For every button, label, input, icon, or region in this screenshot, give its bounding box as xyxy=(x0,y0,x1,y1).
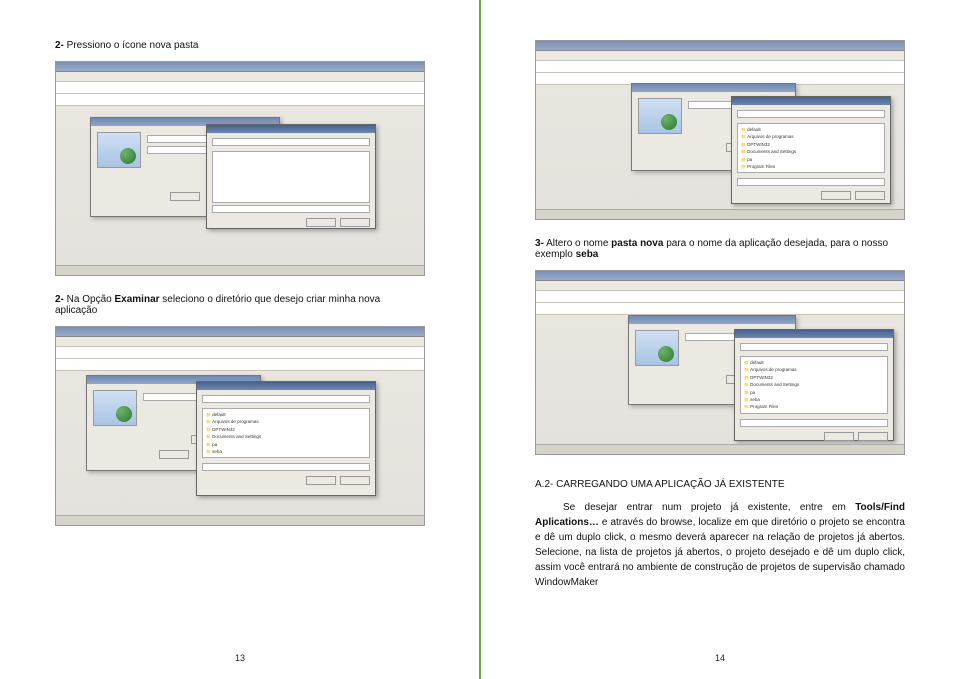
page-right: default Arquivos de programas DPTWIN32 D… xyxy=(480,0,960,679)
step-3-bold2: seba xyxy=(576,249,599,260)
step-2-num: 2- xyxy=(55,40,64,51)
folder-item[interactable]: Arquivos de programas xyxy=(206,418,366,425)
taskbar-2 xyxy=(56,515,424,525)
step-2-text: 2- Pressiono o ícone nova pasta xyxy=(55,40,425,51)
section-heading: A.2- CARREGANDO UMA APLICAÇÃO JÁ EXISTEN… xyxy=(535,479,905,490)
folder-item[interactable]: Arquivos de programas xyxy=(744,366,884,373)
directory-ok-button-3[interactable] xyxy=(821,191,851,200)
step-2-body: Pressiono o ícone nova pasta xyxy=(64,40,199,51)
directory-ok-button[interactable] xyxy=(306,218,336,227)
folder-item[interactable]: seba xyxy=(744,396,884,403)
page-number-left: 13 xyxy=(55,653,425,663)
directory-listbox-3[interactable]: default Arquivos de programas DPTWIN32 D… xyxy=(737,123,885,173)
folder-item[interactable]: pa xyxy=(206,441,366,448)
directory-listbox-2[interactable]: default Arquivos de programas DPTWIN32 D… xyxy=(202,408,370,458)
app-toolbar-2 xyxy=(56,337,424,347)
wizard-titlebar-3 xyxy=(632,84,795,92)
folder-item[interactable]: Program Files xyxy=(741,163,881,170)
app-toolbar-4 xyxy=(536,281,904,291)
screenshot-2: default Arquivos de programas DPTWIN32 D… xyxy=(55,326,425,526)
step-2b-text: 2- Na Opção Examinar seleciono o diretór… xyxy=(55,294,425,316)
directory-dialog-3: default Arquivos de programas DPTWIN32 D… xyxy=(731,96,891,204)
folder-item[interactable]: Documents and Settings xyxy=(206,433,366,440)
folder-item[interactable]: Program Files xyxy=(744,403,884,410)
wizard-thumbnail-2 xyxy=(93,390,137,426)
directory-titlebar xyxy=(207,125,375,133)
directory-titlebar-3 xyxy=(732,97,890,105)
directory-combo-3[interactable] xyxy=(737,110,885,118)
folder-item[interactable]: default xyxy=(744,359,884,366)
step-2b-mid1: Na Opção xyxy=(64,294,115,305)
directory-path-field[interactable] xyxy=(212,205,370,213)
app-grid-row-4 xyxy=(536,303,904,315)
screenshot-4: default Arquivos de programas DPTWIN32 D… xyxy=(535,270,905,455)
directory-titlebar-4 xyxy=(735,330,893,338)
directory-dialog-2: default Arquivos de programas DPTWIN32 D… xyxy=(196,381,376,496)
folder-item[interactable]: pa xyxy=(741,156,881,163)
directory-cancel-button-3[interactable] xyxy=(855,191,885,200)
step-2b-num: 2- xyxy=(55,294,64,305)
step-2b-bold: Examinar xyxy=(115,294,160,305)
app-grid-header-3 xyxy=(536,61,904,73)
taskbar-4 xyxy=(536,444,904,454)
directory-listbox[interactable] xyxy=(212,151,370,203)
app-toolbar-3 xyxy=(536,51,904,61)
taskbar xyxy=(56,265,424,275)
directory-path-field-3[interactable] xyxy=(737,178,885,186)
directory-dialog-4: default Arquivos de programas DPTWIN32 D… xyxy=(734,329,894,441)
taskbar-3 xyxy=(536,209,904,219)
page-number-right: 14 xyxy=(535,653,905,663)
step-3-num: 3- xyxy=(535,238,544,249)
app-grid-header-4 xyxy=(536,291,904,303)
folder-item[interactable]: DPTWIN32 xyxy=(741,141,881,148)
app-grid-header xyxy=(56,82,424,94)
directory-combo-2[interactable] xyxy=(202,395,370,403)
section-paragraph: Se desejar entrar num projeto já existen… xyxy=(535,500,905,590)
folder-item[interactable]: DPTWIN32 xyxy=(744,374,884,381)
wizard-thumbnail-4 xyxy=(635,330,679,366)
wizard-thumbnail-3 xyxy=(638,98,682,134)
directory-path-field-4[interactable] xyxy=(740,419,888,427)
step-3-mid1: Altero o nome xyxy=(544,238,611,249)
directory-dialog xyxy=(206,124,376,229)
directory-cancel-button-2[interactable] xyxy=(340,476,370,485)
app-toolbar xyxy=(56,72,424,82)
app-grid-header-2 xyxy=(56,347,424,359)
directory-combo[interactable] xyxy=(212,138,370,146)
screenshot-3: default Arquivos de programas DPTWIN32 D… xyxy=(535,40,905,220)
screenshot-1 xyxy=(55,61,425,276)
wizard-thumbnail xyxy=(97,132,141,168)
directory-titlebar-2 xyxy=(197,382,375,390)
directory-cancel-button[interactable] xyxy=(340,218,370,227)
app-titlebar xyxy=(56,62,424,72)
folder-item[interactable]: DPTWIN32 xyxy=(206,426,366,433)
directory-path-field-2[interactable] xyxy=(202,463,370,471)
para-part1: Se desejar entrar num projeto já existen… xyxy=(563,502,855,513)
wizard-cancel-button-2[interactable] xyxy=(159,450,189,459)
folder-item[interactable]: Documents and Settings xyxy=(744,381,884,388)
step-3-text: 3- Altero o nome pasta nova para o nome … xyxy=(535,238,905,260)
app-grid-row-2 xyxy=(56,359,424,371)
wizard-cancel-button[interactable] xyxy=(170,192,200,201)
folder-item[interactable]: seba xyxy=(206,448,366,455)
folder-item[interactable]: Arquivos de programas xyxy=(741,133,881,140)
folder-item[interactable]: default xyxy=(741,126,881,133)
folder-item[interactable]: default xyxy=(206,411,366,418)
wizard-titlebar-4 xyxy=(629,316,795,324)
directory-listbox-4[interactable]: default Arquivos de programas DPTWIN32 D… xyxy=(740,356,888,414)
directory-ok-button-4[interactable] xyxy=(824,432,854,441)
directory-ok-button-2[interactable] xyxy=(306,476,336,485)
app-grid-row xyxy=(56,94,424,106)
folder-item[interactable]: Documents and Settings xyxy=(741,148,881,155)
folder-item[interactable]: pa xyxy=(744,389,884,396)
page-left: 2- Pressiono o ícone nova pasta xyxy=(0,0,480,679)
app-titlebar-3 xyxy=(536,41,904,51)
app-titlebar-2 xyxy=(56,327,424,337)
directory-cancel-button-4[interactable] xyxy=(858,432,888,441)
step-3-bold1: pasta nova xyxy=(611,238,663,249)
app-titlebar-4 xyxy=(536,271,904,281)
directory-combo-4[interactable] xyxy=(740,343,888,351)
